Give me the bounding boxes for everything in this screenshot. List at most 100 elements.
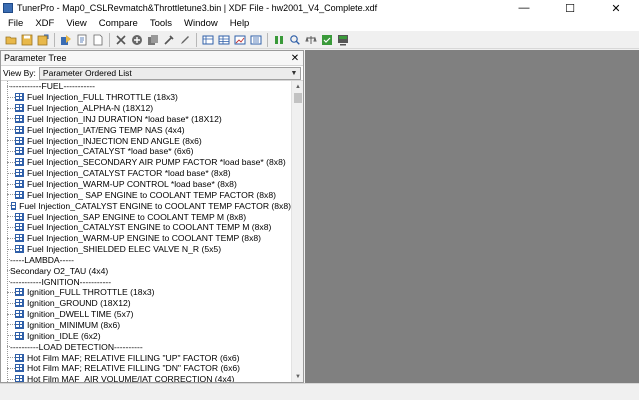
tree-item[interactable]: Ignition_DWELL TIME (5x7) <box>1 309 291 320</box>
chevron-down-icon[interactable]: ▼ <box>288 68 300 79</box>
tree-item[interactable]: Fuel Injection_CATALYST *load base* (6x6… <box>1 146 291 157</box>
menu-xdf[interactable]: XDF <box>29 16 60 31</box>
tree-branch <box>7 248 15 250</box>
tree-item-label: Fuel Injection_IAT/ENG TEMP NAS (4x4) <box>27 124 185 135</box>
table-icon[interactable] <box>201 33 215 47</box>
tree-item[interactable]: ----------LOAD DETECTION---------- <box>1 341 291 352</box>
chart-icon[interactable] <box>233 33 247 47</box>
tree-item[interactable]: -----------IGNITION----------- <box>1 276 291 287</box>
maximize-button[interactable]: ☐ <box>547 0 593 16</box>
tree-branch <box>7 118 15 120</box>
load-bin-icon[interactable] <box>59 33 73 47</box>
tree-item-label: Ignition_DWELL TIME (5x7) <box>27 309 134 320</box>
view-by-select[interactable]: Parameter Ordered List ▼ <box>38 66 301 80</box>
menu-file[interactable]: File <box>2 16 29 31</box>
table-icon <box>15 320 24 329</box>
scroll-up-arrow[interactable]: ▲ <box>292 81 304 92</box>
edit-icon[interactable] <box>178 33 192 47</box>
table-icon <box>15 147 24 156</box>
menu-window[interactable]: Window <box>178 16 224 31</box>
tree-item-label: Fuel Injection_SAP ENGINE to COOLANT TEM… <box>27 211 247 222</box>
tree-item[interactable]: Ignition_MINIMUM (8x6) <box>1 320 291 331</box>
checksum-icon[interactable] <box>320 33 334 47</box>
table-icon <box>15 104 24 113</box>
tree-item[interactable]: Fuel Injection_WARM-UP CONTROL *load bas… <box>1 179 291 190</box>
tree-item[interactable]: Hot Film MAF; RELATIVE FILLING "UP" FACT… <box>1 352 291 363</box>
tree-item[interactable]: Fuel Injection_FULL THROTTLE (18x3) <box>1 92 291 103</box>
scroll-down-arrow[interactable]: ▼ <box>292 371 304 382</box>
tree-item[interactable]: Fuel Injection_CATALYST FACTOR *load bas… <box>1 168 291 179</box>
toolbar-separator <box>54 32 55 47</box>
tree-branch <box>7 302 15 304</box>
search-icon[interactable] <box>288 33 302 47</box>
table-icon <box>15 234 24 243</box>
tree-item[interactable]: Fuel Injection_WARM-UP ENGINE to COOLANT… <box>1 233 291 244</box>
menu-view[interactable]: View <box>60 16 92 31</box>
tree-item-label: Fuel Injection_ALPHA-N (18X12) <box>27 103 154 114</box>
scroll-thumb[interactable] <box>294 93 302 103</box>
window-controls: — ☐ ✕ <box>501 0 639 16</box>
tree-item[interactable]: Hot Film MAF_AIR VOLUME/IAT CORRECTION (… <box>1 374 291 382</box>
add-icon[interactable] <box>130 33 144 47</box>
compare-icon[interactable] <box>272 33 286 47</box>
table-icon <box>15 93 24 102</box>
tree-item-label: Hot Film MAF; RELATIVE FILLING "UP" FACT… <box>27 352 240 363</box>
tree-item[interactable]: Ignition_FULL THROTTLE (18x3) <box>1 287 291 298</box>
minimize-button[interactable]: — <box>501 0 547 16</box>
list-icon[interactable] <box>249 33 263 47</box>
tree-item[interactable]: Fuel Injection_ SAP ENGINE to COOLANT TE… <box>1 189 291 200</box>
tool-icon[interactable] <box>162 33 176 47</box>
tree-branch <box>7 367 15 369</box>
new-icon[interactable] <box>91 33 105 47</box>
tree-item[interactable]: Ignition_IDLE (6x2) <box>1 330 291 341</box>
tree-item[interactable]: Fuel Injection_IAT/ENG TEMP NAS (4x4) <box>1 124 291 135</box>
save-icon[interactable] <box>20 33 34 47</box>
tree-item-label: Fuel Injection_CATALYST ENGINE to COOLAN… <box>27 222 272 233</box>
menu-compare[interactable]: Compare <box>93 16 144 31</box>
table-icon <box>15 288 24 297</box>
status-bar <box>0 383 639 400</box>
tree-item-label: -----------IGNITION----------- <box>10 276 112 287</box>
tree-item[interactable]: Fuel Injection_INJECTION END ANGLE (8x6) <box>1 135 291 146</box>
monitor-icon[interactable] <box>336 33 350 47</box>
vertical-scrollbar[interactable]: ▲ ▼ <box>291 81 303 382</box>
menu-help[interactable]: Help <box>224 16 256 31</box>
tree-branch <box>7 172 15 174</box>
tree-item[interactable]: Fuel Injection_ALPHA-N (18X12) <box>1 103 291 114</box>
toolbar-separator <box>267 32 268 47</box>
tree-item-label: Ignition_FULL THROTTLE (18x3) <box>27 287 155 298</box>
tree-item[interactable]: -----------FUEL----------- <box>1 81 291 92</box>
view-by-label: View By: <box>3 68 36 78</box>
tree-item[interactable]: Secondary O2_TAU (4x4) <box>1 265 291 276</box>
xdf-icon[interactable] <box>75 33 89 47</box>
tree-item[interactable]: -----LAMBDA----- <box>1 255 291 266</box>
tree-item[interactable]: Hot Film MAF; RELATIVE FILLING "DN" FACT… <box>1 363 291 374</box>
tree-item[interactable]: Fuel Injection_SHIELDED ELEC VALVE N_R (… <box>1 244 291 255</box>
table-icon <box>15 353 24 362</box>
close-window-button[interactable]: ✕ <box>593 0 639 16</box>
tree-item[interactable]: Fuel Injection_SAP ENGINE to COOLANT TEM… <box>1 211 291 222</box>
mdi-workspace <box>305 50 639 383</box>
copy-icon[interactable] <box>146 33 160 47</box>
tree-branch <box>7 226 15 228</box>
tree-item[interactable]: Fuel Injection_INJ DURATION *load base* … <box>1 114 291 125</box>
tree-item[interactable]: Fuel Injection_CATALYST ENGINE to COOLAN… <box>1 222 291 233</box>
save-as-icon[interactable] <box>36 33 50 47</box>
tree-item[interactable]: Ignition_GROUND (18X12) <box>1 298 291 309</box>
tree-item[interactable]: Fuel Injection_CATALYST ENGINE to COOLAN… <box>1 200 291 211</box>
menu-tools[interactable]: Tools <box>144 16 178 31</box>
tree-branch <box>7 150 15 152</box>
table-icon <box>15 136 24 145</box>
table-icon <box>15 158 24 167</box>
tree-branch <box>7 140 15 142</box>
grid-icon[interactable] <box>217 33 231 47</box>
tree-item[interactable]: Fuel Injection_SECONDARY AIR PUMP FACTOR… <box>1 157 291 168</box>
table-icon <box>10 201 17 210</box>
view-by-bar: View By: Parameter Ordered List ▼ <box>1 66 303 81</box>
table-icon <box>15 114 24 123</box>
app-icon <box>3 3 13 13</box>
close-icon[interactable] <box>114 33 128 47</box>
panel-close-button[interactable]: ✕ <box>290 53 300 64</box>
open-icon[interactable] <box>4 33 18 47</box>
scale-icon[interactable] <box>304 33 318 47</box>
